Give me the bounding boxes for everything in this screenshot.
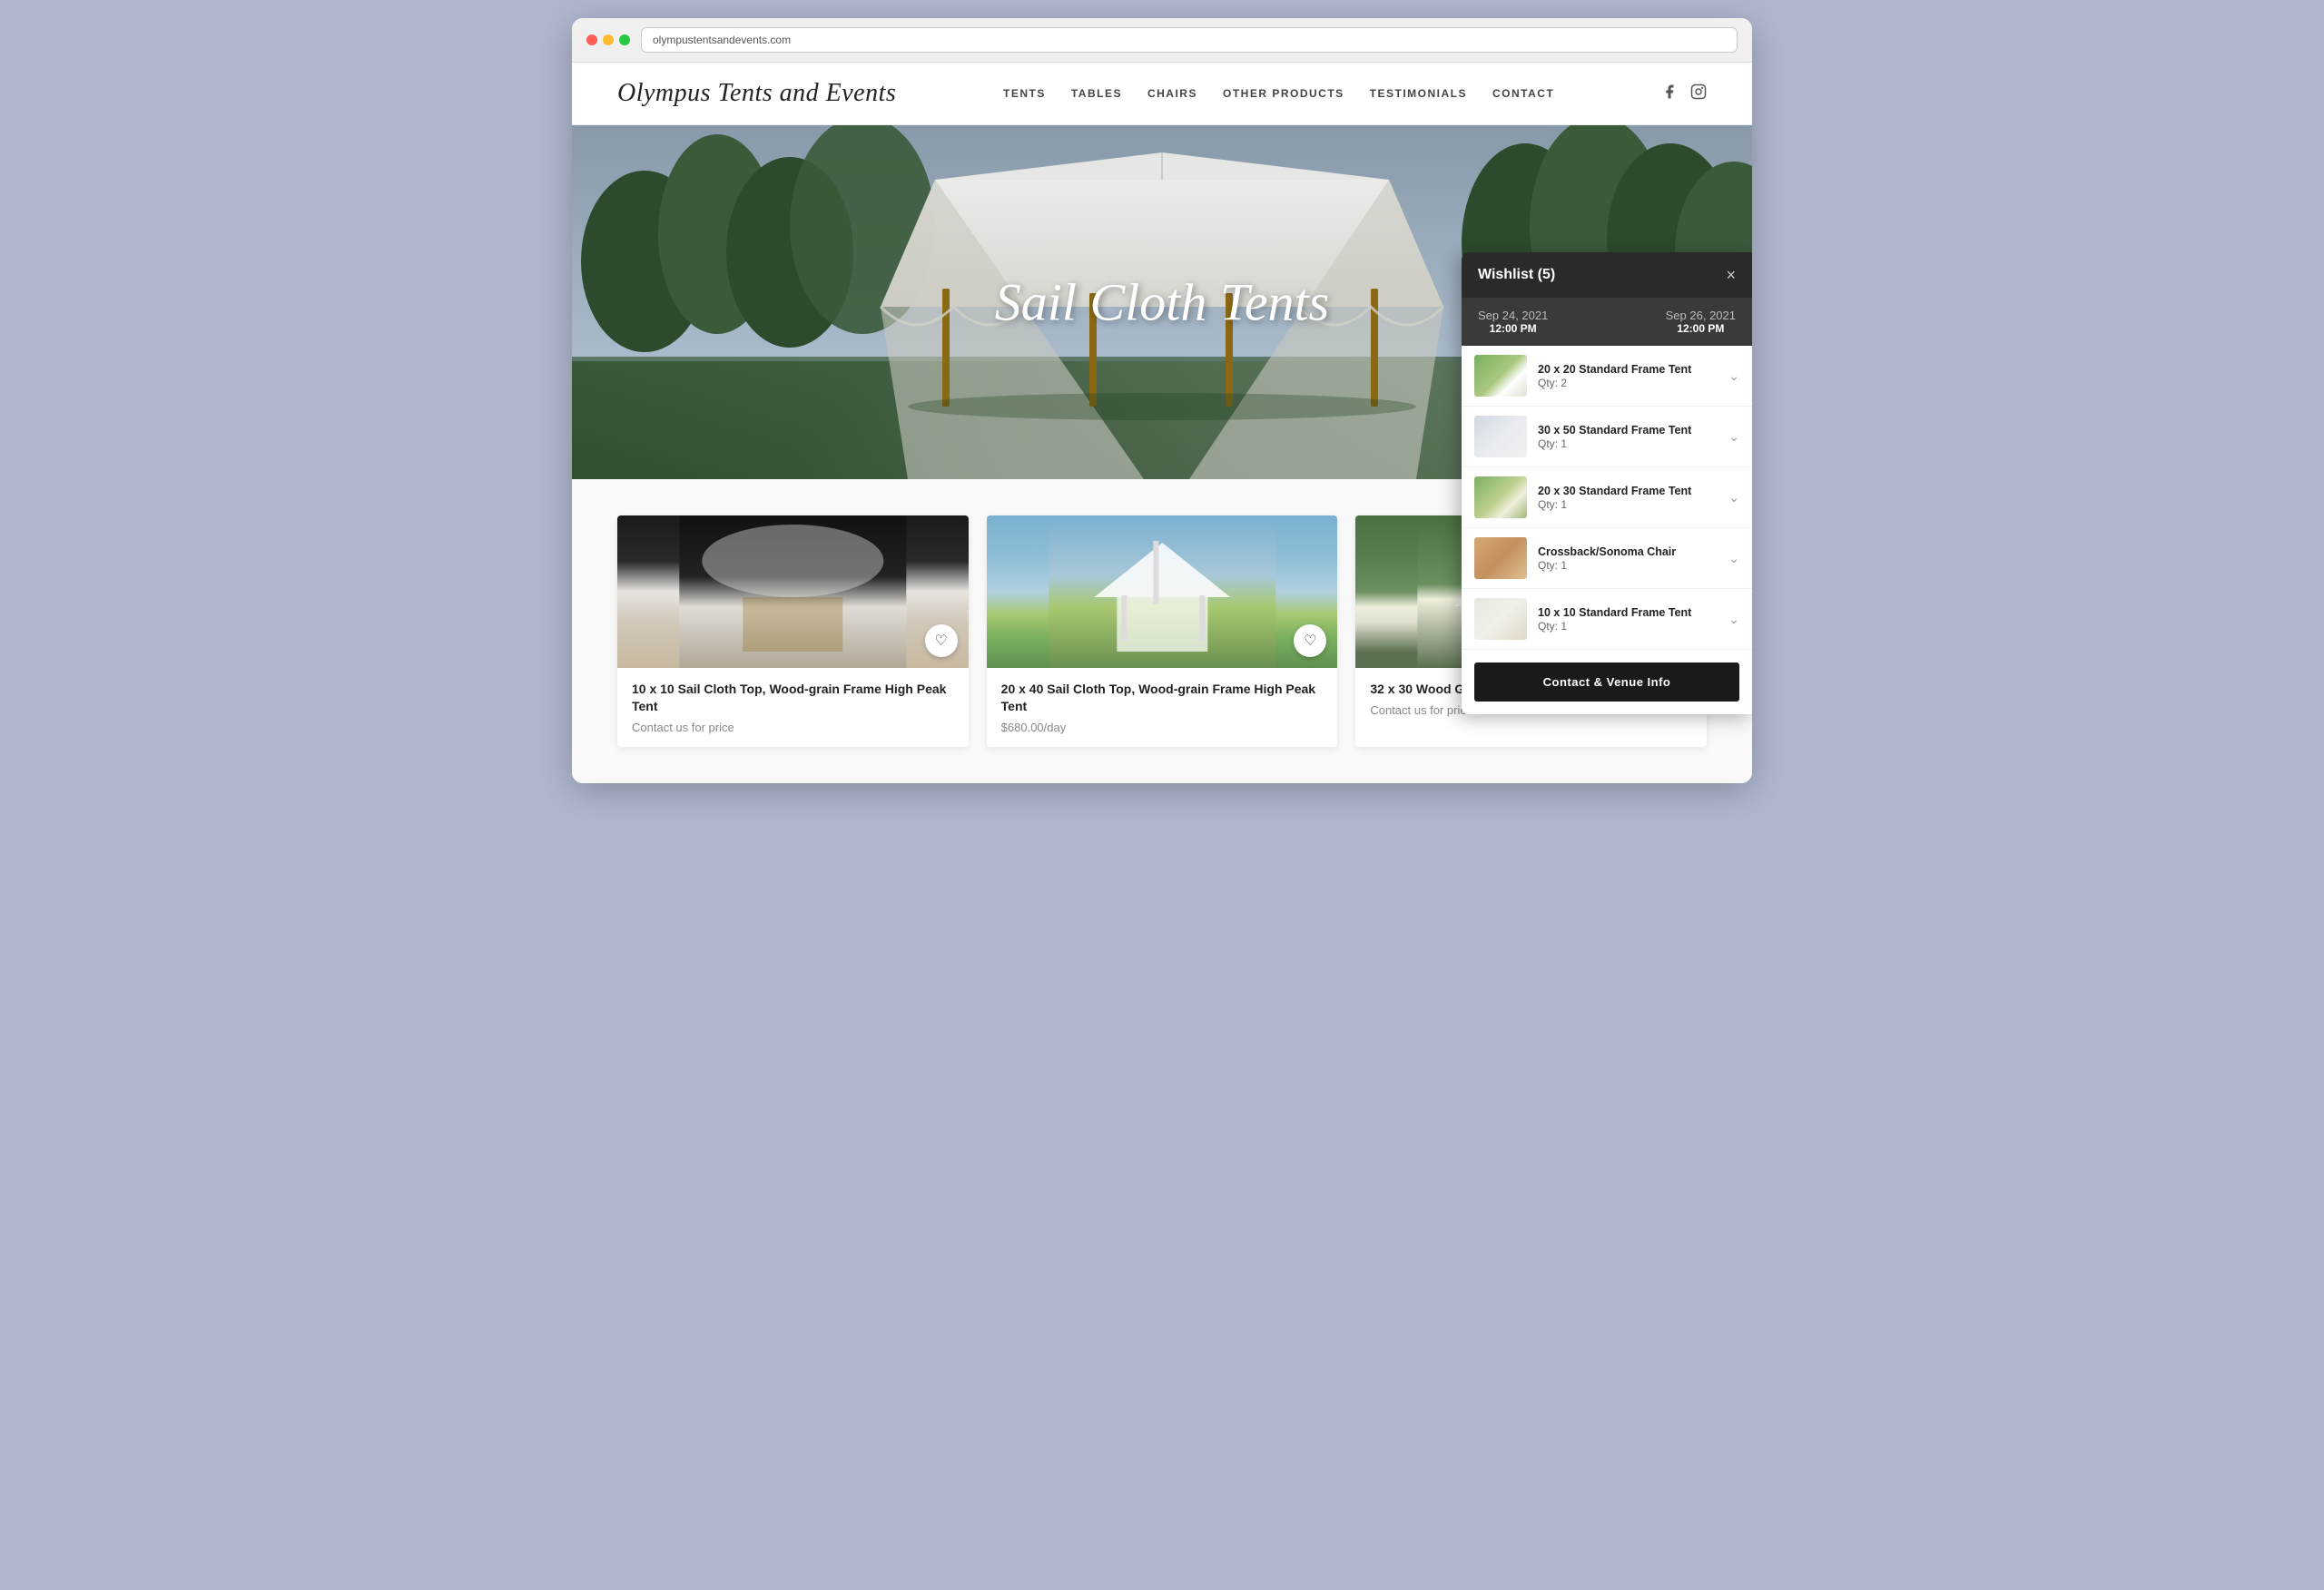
wishlist-item-expand-icon[interactable]: ⌄ [1728, 429, 1739, 445]
end-date-col: Sep 26, 2021 12:00 PM [1666, 309, 1736, 335]
wishlist-item-name: Crossback/Sonoma Chair [1538, 545, 1718, 560]
main-nav: TENTS TABLES CHAIRS OTHER PRODUCTS TESTI… [1003, 87, 1554, 100]
product-image [987, 515, 1338, 668]
product-name: 20 x 40 Sail Cloth Top, Wood-grain Frame… [1001, 681, 1324, 715]
end-time: 12:00 PM [1666, 322, 1736, 335]
wishlist-item-qty: Qty: 1 [1538, 498, 1718, 511]
wishlist-item-expand-icon[interactable]: ⌄ [1728, 368, 1739, 384]
heart-icon: ♡ [934, 632, 947, 650]
wishlist-item-qty: Qty: 2 [1538, 377, 1718, 389]
browser-window: olympustentsandevents.com Olympus Tents … [572, 18, 1752, 783]
minimize-dot[interactable] [603, 34, 614, 45]
wishlist-item-expand-icon[interactable]: ⌄ [1728, 612, 1739, 627]
wishlist-toggle-button[interactable]: ♡ [925, 624, 958, 657]
wishlist-item-thumbnail [1474, 598, 1527, 640]
products-section: Wishlist (5) × Sep 24, 2021 12:00 PM Sep… [572, 479, 1752, 783]
wishlist-dates: Sep 24, 2021 12:00 PM Sep 26, 2021 12:00… [1462, 298, 1752, 346]
wishlist-item-expand-icon[interactable]: ⌄ [1728, 551, 1739, 566]
facebook-icon[interactable] [1661, 83, 1678, 104]
wishlist-item: 10 x 10 Standard Frame Tent Qty: 1 ⌄ [1462, 589, 1752, 650]
product-price: Contact us for price [632, 721, 954, 734]
wishlist-header: Wishlist (5) × [1462, 252, 1752, 298]
nav-item-contact[interactable]: CONTACT [1492, 87, 1554, 100]
close-dot[interactable] [586, 34, 597, 45]
wishlist-footer: Contact & Venue Info [1462, 650, 1752, 714]
wishlist-item-info: Crossback/Sonoma Chair Qty: 1 [1538, 545, 1718, 573]
wishlist-item-info: 20 x 30 Standard Frame Tent Qty: 1 [1538, 484, 1718, 512]
product-image-wrap: ♡ [987, 515, 1338, 668]
wishlist-item-thumbnail [1474, 355, 1527, 397]
nav-item-testimonials[interactable]: TESTIMONIALS [1370, 87, 1467, 100]
nav-item-chairs[interactable]: CHAIRS [1147, 87, 1197, 100]
wishlist-item-qty: Qty: 1 [1538, 620, 1718, 633]
end-date: Sep 26, 2021 [1666, 309, 1736, 322]
wishlist-item-qty: Qty: 1 [1538, 437, 1718, 450]
wishlist-item: 30 x 50 Standard Frame Tent Qty: 1 ⌄ [1462, 407, 1752, 467]
wishlist-item-thumbnail [1474, 476, 1527, 518]
wishlist-item: 20 x 20 Standard Frame Tent Qty: 2 ⌄ [1462, 346, 1752, 407]
hero-title: Sail Cloth Tents [995, 272, 1330, 333]
wishlist-item-info: 30 x 50 Standard Frame Tent Qty: 1 [1538, 423, 1718, 451]
heart-icon: ♡ [1304, 632, 1316, 650]
start-date-col: Sep 24, 2021 12:00 PM [1478, 309, 1548, 335]
instagram-icon[interactable] [1690, 83, 1707, 104]
product-card: ♡ 10 x 10 Sail Cloth Top, Wood-grain Fra… [617, 515, 969, 747]
wishlist-items-list: 20 x 20 Standard Frame Tent Qty: 2 ⌄ 30 … [1462, 346, 1752, 650]
wishlist-item-thumbnail [1474, 537, 1527, 579]
browser-traffic-lights [586, 34, 630, 45]
contact-venue-button[interactable]: Contact & Venue Info [1474, 662, 1739, 702]
product-info: 20 x 40 Sail Cloth Top, Wood-grain Frame… [987, 668, 1338, 747]
product-name: 10 x 10 Sail Cloth Top, Wood-grain Frame… [632, 681, 954, 715]
address-bar[interactable]: olympustentsandevents.com [641, 27, 1738, 53]
site-logo[interactable]: Olympus Tents and Events [617, 79, 896, 108]
wishlist-close-button[interactable]: × [1726, 267, 1736, 283]
wishlist-item-name: 20 x 30 Standard Frame Tent [1538, 484, 1718, 499]
site-header: Olympus Tents and Events TENTS TABLES CH… [572, 63, 1752, 125]
wishlist-item-name: 20 x 20 Standard Frame Tent [1538, 362, 1718, 378]
wishlist-item: Crossback/Sonoma Chair Qty: 1 ⌄ [1462, 528, 1752, 589]
nav-item-tables[interactable]: TABLES [1071, 87, 1122, 100]
nav-item-other-products[interactable]: OTHER PRODUCTS [1223, 87, 1344, 100]
nav-item-tents[interactable]: TENTS [1003, 87, 1046, 100]
wishlist-item-expand-icon[interactable]: ⌄ [1728, 490, 1739, 505]
wishlist-item-info: 20 x 20 Standard Frame Tent Qty: 2 [1538, 362, 1718, 390]
wishlist-item-name: 10 x 10 Standard Frame Tent [1538, 605, 1718, 621]
product-card: ♡ 20 x 40 Sail Cloth Top, Wood-grain Fra… [987, 515, 1338, 747]
wishlist-item-info: 10 x 10 Standard Frame Tent Qty: 1 [1538, 605, 1718, 633]
fullscreen-dot[interactable] [619, 34, 630, 45]
product-info: 10 x 10 Sail Cloth Top, Wood-grain Frame… [617, 668, 969, 747]
wishlist-title: Wishlist (5) [1478, 267, 1555, 283]
start-time: 12:00 PM [1478, 322, 1548, 335]
wishlist-item: 20 x 30 Standard Frame Tent Qty: 1 ⌄ [1462, 467, 1752, 528]
start-date: Sep 24, 2021 [1478, 309, 1548, 322]
wishlist-item-qty: Qty: 1 [1538, 559, 1718, 572]
wishlist-item-thumbnail [1474, 416, 1527, 457]
product-price: $680.00/day [1001, 721, 1324, 734]
browser-chrome: olympustentsandevents.com [572, 18, 1752, 63]
product-image-wrap: ♡ [617, 515, 969, 668]
social-icons [1661, 83, 1707, 104]
product-image [617, 515, 969, 668]
wishlist-item-name: 30 x 50 Standard Frame Tent [1538, 423, 1718, 438]
wishlist-panel: Wishlist (5) × Sep 24, 2021 12:00 PM Sep… [1462, 252, 1752, 714]
